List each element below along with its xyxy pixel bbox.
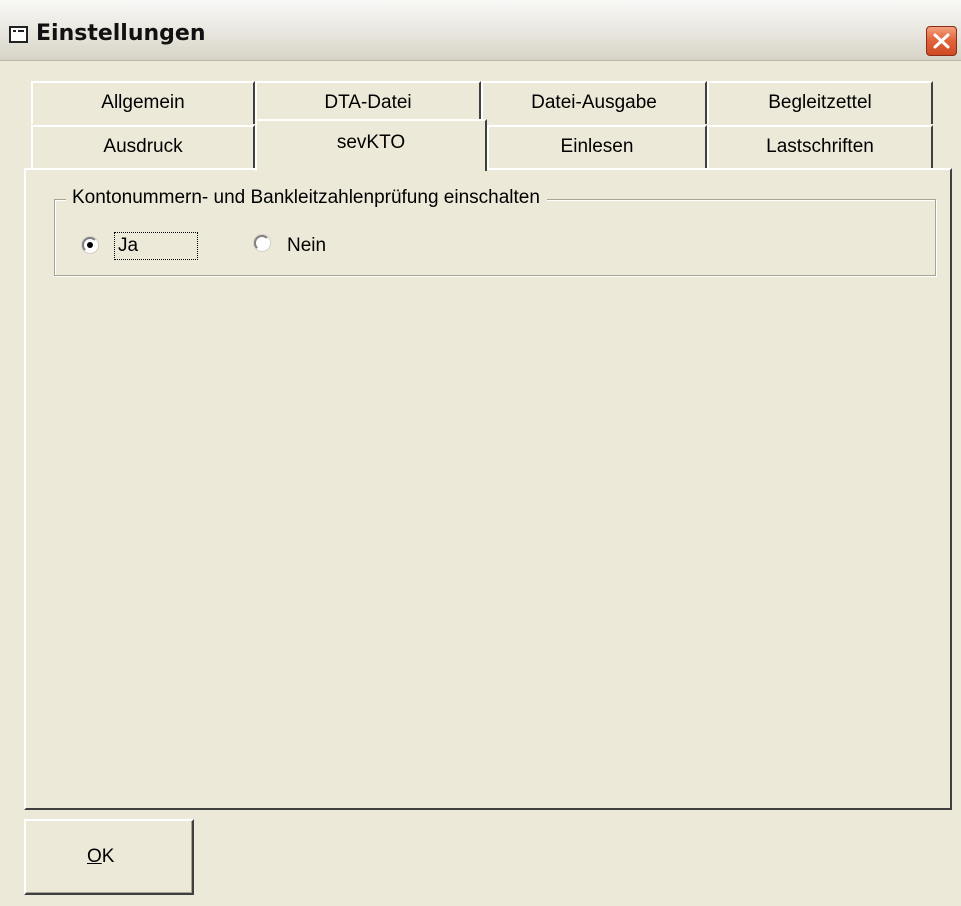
tab-lastschriften[interactable]: Lastschriften xyxy=(707,125,933,168)
radio-ja[interactable] xyxy=(82,237,98,253)
form-icon xyxy=(9,26,28,43)
tab-sevkto[interactable]: sevKTO xyxy=(255,119,487,171)
window-title: Einstellungen xyxy=(36,21,206,46)
tab-label: DTA-Datei xyxy=(324,92,412,113)
group-label: Kontonummern- und Bankleitzahlenprüfung … xyxy=(66,187,547,209)
settings-dialog: Einstellungen Allgemein DTA-Datei Datei-… xyxy=(0,0,961,906)
radio-ja-label[interactable]: Ja xyxy=(114,232,198,260)
radio-nein[interactable] xyxy=(254,235,270,251)
tab-label: Datei-Ausgabe xyxy=(531,92,657,113)
ok-button[interactable]: OK xyxy=(24,819,194,895)
tab-label: Ausdruck xyxy=(103,136,183,157)
tab-label: sevKTO xyxy=(336,132,406,153)
tab-ausdruck[interactable]: Ausdruck xyxy=(31,125,255,168)
tab-label: Begleitzettel xyxy=(768,92,872,113)
ok-mnemonic: O xyxy=(87,846,102,867)
tab-begleitzettel[interactable]: Begleitzettel xyxy=(707,81,933,124)
tab-einlesen[interactable]: Einlesen xyxy=(487,125,707,168)
radio-nein-label[interactable]: Nein xyxy=(287,233,326,258)
tab-label: Lastschriften xyxy=(766,136,874,157)
tab-label: Einlesen xyxy=(560,136,634,157)
close-icon xyxy=(933,33,950,49)
radio-selected-dot xyxy=(87,242,93,248)
close-button[interactable] xyxy=(926,26,957,56)
tab-datei-ausgabe[interactable]: Datei-Ausgabe xyxy=(481,81,707,124)
ok-label-rest: K xyxy=(101,846,115,867)
tab-dta-datei[interactable]: DTA-Datei xyxy=(255,81,481,124)
tab-label: Allgemein xyxy=(101,92,185,113)
ok-button-label: OK xyxy=(87,821,114,893)
title-bar[interactable]: Einstellungen xyxy=(0,0,961,61)
tab-allgemein[interactable]: Allgemein xyxy=(31,81,255,124)
